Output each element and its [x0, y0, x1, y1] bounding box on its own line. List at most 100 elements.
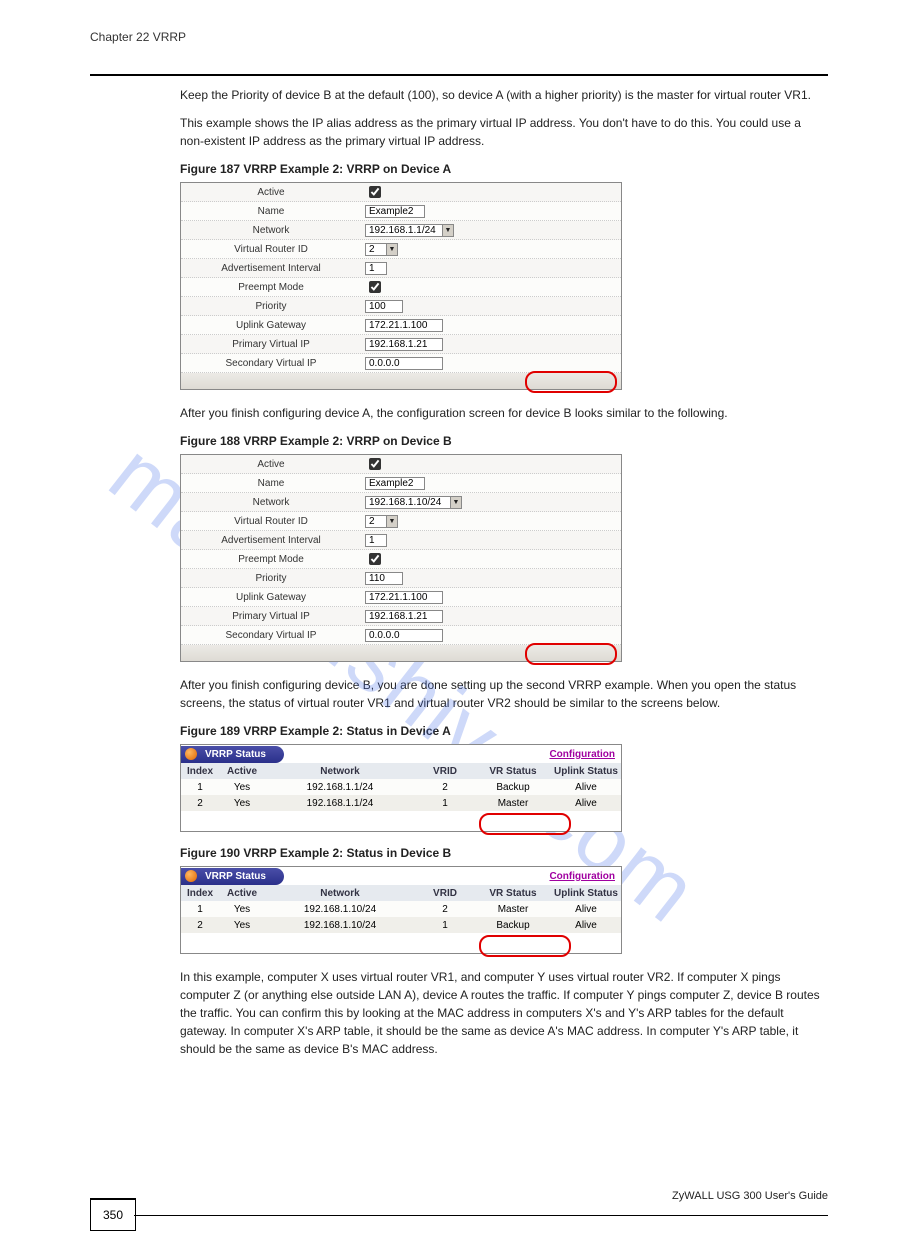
label-priority: Priority [181, 301, 361, 312]
priority-input[interactable] [365, 300, 403, 313]
cell-vrid: 2 [415, 782, 475, 793]
cell-vrid: 2 [415, 904, 475, 915]
network-select[interactable] [365, 496, 451, 509]
cell-network: 192.168.1.1/24 [265, 798, 415, 809]
vrid-select[interactable] [365, 243, 387, 256]
chevron-down-icon[interactable]: ▼ [386, 243, 398, 256]
uplink-gateway-input[interactable] [365, 591, 443, 604]
active-checkbox[interactable] [369, 458, 381, 470]
cell-vr-status: Backup [475, 782, 551, 793]
col-vrid: VRID [415, 766, 475, 777]
col-active: Active [219, 766, 265, 777]
highlight-oval [525, 643, 617, 665]
cell-network: 192.168.1.10/24 [265, 904, 415, 915]
vrrp-status-device-a: VRRP Status Configuration Index Active N… [180, 744, 622, 832]
header-rule [90, 74, 828, 76]
highlight-oval [525, 371, 617, 393]
header-title: Chapter 22 VRRP [90, 30, 828, 44]
secondary-vip-input[interactable] [365, 357, 443, 370]
col-vr-status: VR Status [475, 766, 551, 777]
cell-uplink: Alive [551, 782, 621, 793]
network-select[interactable] [365, 224, 443, 237]
label-name: Name [181, 478, 361, 489]
cell-vr-status: Master [475, 798, 551, 809]
cell-index: 1 [181, 782, 219, 793]
primary-vip-input[interactable] [365, 338, 443, 351]
configuration-link[interactable]: Configuration [549, 871, 615, 882]
mid-text-1: After you finish configuring device A, t… [180, 404, 828, 422]
chevron-down-icon[interactable]: ▼ [450, 496, 462, 509]
label-pvip: Primary Virtual IP [181, 339, 361, 350]
cell-active: Yes [219, 798, 265, 809]
vrrp-form-device-b: Active Name Network ▼ Virtual Router ID … [180, 454, 622, 662]
table-row: 1 Yes 192.168.1.10/24 2 Master Alive [181, 901, 621, 917]
outro-text: In this example, computer X uses virtual… [180, 968, 828, 1058]
table-row: 1 Yes 192.168.1.1/24 2 Backup Alive [181, 779, 621, 795]
primary-vip-input[interactable] [365, 610, 443, 623]
cell-vrid: 1 [415, 920, 475, 931]
preempt-checkbox[interactable] [369, 281, 381, 293]
chevron-down-icon[interactable]: ▼ [442, 224, 454, 237]
preempt-checkbox[interactable] [369, 553, 381, 565]
name-input[interactable] [365, 477, 425, 490]
col-network: Network [265, 888, 415, 899]
status-title: VRRP Status [181, 746, 284, 763]
col-network: Network [265, 766, 415, 777]
col-index: Index [181, 766, 219, 777]
highlight-oval [479, 935, 571, 957]
cell-index: 2 [181, 920, 219, 931]
cell-active: Yes [219, 782, 265, 793]
vrrp-status-device-b: VRRP Status Configuration Index Active N… [180, 866, 622, 954]
label-advint: Advertisement Interval [181, 535, 361, 546]
label-network: Network [181, 225, 361, 236]
label-pvip: Primary Virtual IP [181, 611, 361, 622]
label-uplink: Uplink Gateway [181, 320, 361, 331]
active-checkbox[interactable] [369, 186, 381, 198]
label-preempt: Preempt Mode [181, 282, 361, 293]
label-vrid: Virtual Router ID [181, 516, 361, 527]
name-input[interactable] [365, 205, 425, 218]
label-priority: Priority [181, 573, 361, 584]
mid-text-2: After you finish configuring device B, y… [180, 676, 828, 712]
label-preempt: Preempt Mode [181, 554, 361, 565]
label-uplink: Uplink Gateway [181, 592, 361, 603]
cell-active: Yes [219, 904, 265, 915]
cell-network: 192.168.1.1/24 [265, 782, 415, 793]
manual-title: ZyWALL USG 300 User's Guide [150, 1190, 828, 1202]
col-vrid: VRID [415, 888, 475, 899]
label-active: Active [181, 187, 361, 198]
cell-index: 1 [181, 904, 219, 915]
col-uplink-status: Uplink Status [551, 766, 621, 777]
cell-uplink: Alive [551, 920, 621, 931]
figure-187-caption: Figure 187 VRRP Example 2: VRRP on Devic… [180, 162, 828, 176]
secondary-vip-input[interactable] [365, 629, 443, 642]
intro-p1: Keep the Priority of device B at the def… [180, 86, 828, 104]
configuration-link[interactable]: Configuration [549, 749, 615, 760]
col-vr-status: VR Status [475, 888, 551, 899]
label-svip: Secondary Virtual IP [181, 630, 361, 641]
page-number: 350 [90, 1198, 136, 1231]
cell-network: 192.168.1.10/24 [265, 920, 415, 931]
cell-index: 2 [181, 798, 219, 809]
label-active: Active [181, 459, 361, 470]
cell-uplink: Alive [551, 798, 621, 809]
label-svip: Secondary Virtual IP [181, 358, 361, 369]
adv-interval-input[interactable] [365, 262, 387, 275]
table-row: 2 Yes 192.168.1.10/24 1 Backup Alive [181, 917, 621, 933]
table-row: 2 Yes 192.168.1.1/24 1 Master Alive [181, 795, 621, 811]
highlight-oval [479, 813, 571, 835]
priority-input[interactable] [365, 572, 403, 585]
label-vrid: Virtual Router ID [181, 244, 361, 255]
label-advint: Advertisement Interval [181, 263, 361, 274]
page-footer: 350 ZyWALL USG 300 User's Guide [90, 1198, 828, 1202]
label-network: Network [181, 497, 361, 508]
cell-active: Yes [219, 920, 265, 931]
vrid-select[interactable] [365, 515, 387, 528]
adv-interval-input[interactable] [365, 534, 387, 547]
figure-188-caption: Figure 188 VRRP Example 2: VRRP on Devic… [180, 434, 828, 448]
vrrp-form-device-a: Active Name Network ▼ Virtual Router ID … [180, 182, 622, 390]
figure-189-caption: Figure 189 VRRP Example 2: Status in Dev… [180, 724, 828, 738]
col-index: Index [181, 888, 219, 899]
uplink-gateway-input[interactable] [365, 319, 443, 332]
chevron-down-icon[interactable]: ▼ [386, 515, 398, 528]
